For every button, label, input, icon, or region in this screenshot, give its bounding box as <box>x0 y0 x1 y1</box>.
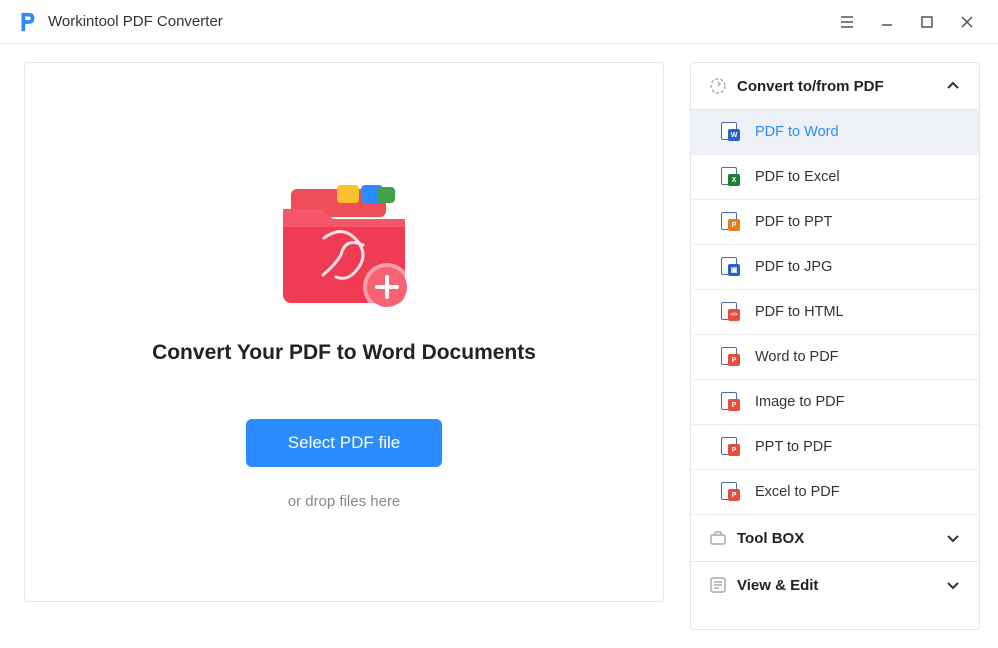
section-header-toolbox[interactable]: Tool BOX <box>691 515 979 562</box>
pdf-to-jpg-icon: ▣ <box>721 257 741 277</box>
app-title: Workintool PDF Converter <box>48 13 223 30</box>
sidebar-item-label: PDF to PPT <box>755 214 832 230</box>
chevron-down-icon <box>945 530 961 546</box>
sidebar-item-pdf-to-ppt[interactable]: P PDF to PPT <box>691 200 979 245</box>
sidebar-item-label: PDF to Word <box>755 124 839 140</box>
pdf-to-excel-icon: X <box>721 167 741 187</box>
sidebar: Convert to/from PDF W PDF to Word X PDF … <box>690 62 980 630</box>
pdf-to-html-icon: </> <box>721 302 741 322</box>
sidebar-item-pdf-to-html[interactable]: </> PDF to HTML <box>691 290 979 335</box>
sidebar-item-ppt-to-pdf[interactable]: P PPT to PDF <box>691 425 979 470</box>
word-to-pdf-icon: P <box>721 347 741 367</box>
select-file-button[interactable]: Select PDF file <box>246 419 442 467</box>
sidebar-item-label: Word to PDF <box>755 349 839 365</box>
maximize-button[interactable] <box>908 7 946 37</box>
convert-icon <box>709 77 727 95</box>
titlebar: Workintool PDF Converter <box>0 0 998 44</box>
sidebar-item-word-to-pdf[interactable]: P Word to PDF <box>691 335 979 380</box>
sidebar-item-label: PDF to JPG <box>755 259 832 275</box>
section-title: Convert to/from PDF <box>737 78 945 95</box>
chevron-down-icon <box>945 577 961 593</box>
sidebar-item-pdf-to-word[interactable]: W PDF to Word <box>691 110 979 155</box>
sidebar-item-label: Image to PDF <box>755 394 844 410</box>
section-title: View & Edit <box>737 577 945 594</box>
section-header-view-edit[interactable]: View & Edit <box>691 562 979 608</box>
close-button[interactable] <box>948 7 986 37</box>
excel-to-pdf-icon: P <box>721 482 741 502</box>
pdf-to-ppt-icon: P <box>721 212 741 232</box>
sidebar-item-excel-to-pdf[interactable]: P Excel to PDF <box>691 470 979 515</box>
sidebar-item-image-to-pdf[interactable]: P Image to PDF <box>691 380 979 425</box>
toolbox-icon <box>709 529 727 547</box>
sidebar-item-pdf-to-jpg[interactable]: ▣ PDF to JPG <box>691 245 979 290</box>
convert-list: W PDF to Word X PDF to Excel P PDF to PP… <box>691 110 979 515</box>
image-to-pdf-icon: P <box>721 392 741 412</box>
chevron-up-icon <box>945 78 961 94</box>
dropzone[interactable]: Convert Your PDF to Word Documents Selec… <box>24 62 664 602</box>
edit-icon <box>709 576 727 594</box>
section-title: Tool BOX <box>737 530 945 547</box>
drop-hint: or drop files here <box>288 493 401 510</box>
pdf-folder-icon <box>269 183 419 313</box>
ppt-to-pdf-icon: P <box>721 437 741 457</box>
app-logo-icon <box>16 11 38 33</box>
sidebar-item-label: PDF to Excel <box>755 169 840 185</box>
menu-button[interactable] <box>828 7 866 37</box>
minimize-button[interactable] <box>868 7 906 37</box>
window-controls <box>828 7 986 37</box>
sidebar-item-label: PPT to PDF <box>755 439 832 455</box>
sidebar-item-label: PDF to HTML <box>755 304 844 320</box>
main-heading: Convert Your PDF to Word Documents <box>152 341 536 365</box>
section-header-convert[interactable]: Convert to/from PDF <box>691 63 979 110</box>
sidebar-item-pdf-to-excel[interactable]: X PDF to Excel <box>691 155 979 200</box>
sidebar-item-label: Excel to PDF <box>755 484 840 500</box>
pdf-to-word-icon: W <box>721 122 741 142</box>
